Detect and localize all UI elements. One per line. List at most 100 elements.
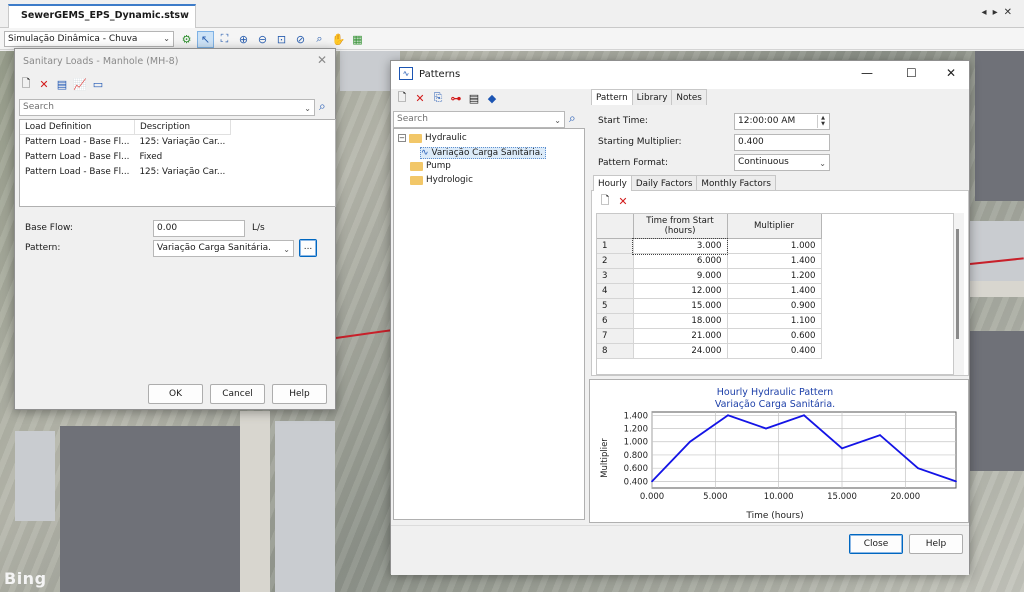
new-icon[interactable]: 🗋 xyxy=(395,91,409,105)
report-icon[interactable]: ▤ xyxy=(467,91,481,105)
pattern-ellipsis-button[interactable]: ... xyxy=(299,239,317,257)
zoom-out-icon[interactable]: ⊖ xyxy=(254,31,271,48)
column-header-multiplier[interactable]: Multiplier xyxy=(727,214,822,239)
table-row[interactable]: 5 15.000 0.900 xyxy=(597,298,822,314)
table-row[interactable]: 1 3.000 1.000 xyxy=(597,237,822,255)
library-icon[interactable]: ◆ xyxy=(485,91,499,105)
tab-hourly[interactable]: Hourly xyxy=(593,175,632,191)
column-header[interactable]: Load Definition xyxy=(20,120,135,135)
cancel-button[interactable]: Cancel xyxy=(210,384,265,404)
report-icon[interactable]: ▤ xyxy=(55,77,69,91)
time-cell[interactable]: 9.000 xyxy=(633,268,728,284)
tree-node-hydrologic[interactable]: Hydrologic xyxy=(410,175,473,185)
new-row-icon[interactable]: 🗋 xyxy=(598,194,612,208)
maximize-icon[interactable]: ☐ xyxy=(906,66,917,80)
tree-node-pump[interactable]: Pump xyxy=(410,161,451,171)
multiplier-cell[interactable]: 0.600 xyxy=(727,328,822,344)
time-cell[interactable]: 24.000 xyxy=(633,343,728,359)
close-button[interactable]: Close xyxy=(849,534,903,554)
table-row[interactable]: Pattern Load - Base Fl... 125: Variação … xyxy=(20,135,230,150)
multiplier-cell[interactable]: 0.900 xyxy=(727,298,822,314)
time-cell[interactable]: 21.000 xyxy=(633,328,728,344)
tab-pattern[interactable]: Pattern xyxy=(591,89,633,105)
zoom-dropdown-icon[interactable]: ⌕ xyxy=(311,31,328,48)
pattern-multiplier-table[interactable]: Time from Start (hours) Multiplier 1 3.00… xyxy=(596,213,954,375)
graph-icon[interactable]: 📈 xyxy=(73,77,87,91)
table-icon[interactable]: ▭ xyxy=(91,77,105,91)
tab-library[interactable]: Library xyxy=(631,89,673,105)
table-row[interactable]: 7 21.000 0.600 xyxy=(597,328,822,344)
multiplier-cell[interactable]: 1.100 xyxy=(727,313,822,329)
pattern-sub-tabs: Hourly Daily Factors Monthly Factors xyxy=(593,175,776,191)
help-button[interactable]: Help xyxy=(272,384,327,404)
scenario-select[interactable]: Simulação Dinâmica - Chuva ⌄ xyxy=(4,31,174,47)
close-icon[interactable]: ✕ xyxy=(946,66,956,80)
delete-icon[interactable]: ✕ xyxy=(413,91,427,105)
patterns-search-input[interactable]: Search ⌄ xyxy=(393,111,565,128)
table-row[interactable]: 2 6.000 1.400 xyxy=(597,253,822,269)
tab-scroll-right-icon[interactable]: ▸ xyxy=(993,7,1004,18)
sanitary-search-input[interactable]: Search ⌄ xyxy=(19,99,315,116)
table-row[interactable]: 6 18.000 1.100 xyxy=(597,313,822,329)
table-row[interactable]: Pattern Load - Base Fl... 125: Variação … xyxy=(20,165,230,180)
tree-node-pattern-item[interactable]: ∿ Variação Carga Sanitária. xyxy=(420,147,546,159)
select-pointer-icon[interactable]: ↖ xyxy=(197,30,214,48)
new-icon[interactable]: 🗋 xyxy=(19,77,33,91)
search-icon[interactable]: ⌕ xyxy=(569,111,576,126)
patterns-tree[interactable]: − Hydraulic ∿ Variação Carga Sanitária. … xyxy=(393,128,585,520)
table-row[interactable]: 8 24.000 0.400 xyxy=(597,343,822,359)
delete-icon[interactable]: ✕ xyxy=(37,77,51,91)
chevron-down-icon[interactable]: ⌄ xyxy=(554,113,561,128)
scenario-manager-icon[interactable]: ⚙ xyxy=(178,31,195,48)
time-cell[interactable]: 18.000 xyxy=(633,313,728,329)
scrollbar-thumb[interactable] xyxy=(956,229,959,339)
start-time-input[interactable]: 12:00:00 AM ▲ ▼ xyxy=(734,113,830,130)
table-row[interactable]: Pattern Load - Base Fl... Fixed xyxy=(20,150,230,165)
close-icon[interactable]: ✕ xyxy=(317,53,327,67)
time-cell[interactable]: 3.000 xyxy=(632,237,728,255)
pattern-select[interactable]: Variação Carga Sanitária. ⌄ xyxy=(153,240,294,257)
tab-scroll-left-icon[interactable]: ◂ xyxy=(982,7,993,18)
multiplier-cell[interactable]: 1.200 xyxy=(727,268,822,284)
collapse-icon[interactable]: − xyxy=(398,134,406,142)
search-icon[interactable]: ⌕ xyxy=(319,99,326,114)
document-tab[interactable]: SewerGEMS_EPS_Dynamic.stsw xyxy=(8,4,196,29)
base-flow-input[interactable]: 0.00 xyxy=(153,220,245,237)
starting-multiplier-input[interactable]: 0.400 xyxy=(734,134,830,151)
load-definitions-table[interactable]: Load Definition Description Pattern Load… xyxy=(19,119,336,207)
time-cell[interactable]: 12.000 xyxy=(633,283,728,299)
zoom-previous-icon[interactable]: ⊘ xyxy=(292,31,309,48)
chart-y-tick-label: 0.800 xyxy=(624,451,648,461)
tab-notes[interactable]: Notes xyxy=(671,89,707,105)
close-document-icon[interactable]: ✕ xyxy=(1004,7,1018,18)
sewer-pipe[interactable] xyxy=(335,329,392,339)
minimize-icon[interactable]: — xyxy=(861,66,873,80)
tab-daily-factors[interactable]: Daily Factors xyxy=(630,175,698,191)
chevron-down-icon[interactable]: ⌄ xyxy=(304,101,311,116)
multiplier-cell[interactable]: 1.400 xyxy=(727,253,822,269)
rename-icon[interactable]: ⎘ xyxy=(431,91,445,105)
zoom-in-icon[interactable]: ⊕ xyxy=(235,31,252,48)
table-scrollbar[interactable] xyxy=(954,213,964,375)
spinner-icon[interactable]: ▲ ▼ xyxy=(817,115,828,128)
table-row[interactable]: 4 12.000 1.400 xyxy=(597,283,822,299)
delete-row-icon[interactable]: ✕ xyxy=(616,194,630,208)
tab-monthly-factors[interactable]: Monthly Factors xyxy=(696,175,776,191)
pattern-format-select[interactable]: Continuous ⌄ xyxy=(734,154,830,171)
time-cell[interactable]: 6.000 xyxy=(633,253,728,269)
duplicate-icon[interactable]: ⊶ xyxy=(449,91,463,105)
multiplier-cell[interactable]: 1.400 xyxy=(727,283,822,299)
grid-icon[interactable]: ▦ xyxy=(349,31,366,48)
time-cell[interactable]: 15.000 xyxy=(633,298,728,314)
pan-hand-icon[interactable]: ✋ xyxy=(330,31,347,48)
tree-node-hydraulic[interactable]: − Hydraulic xyxy=(398,133,467,143)
column-header[interactable]: Description xyxy=(134,120,231,135)
ok-button[interactable]: OK xyxy=(148,384,203,404)
multiplier-cell[interactable]: 0.400 xyxy=(727,343,822,359)
zoom-window-icon[interactable]: ⊡ xyxy=(273,31,290,48)
help-button[interactable]: Help xyxy=(909,534,963,554)
multiplier-cell[interactable]: 1.000 xyxy=(727,238,822,254)
table-row[interactable]: 3 9.000 1.200 xyxy=(597,268,822,284)
column-header-time[interactable]: Time from Start (hours) xyxy=(633,214,728,239)
zoom-extents-icon[interactable]: ⛶ xyxy=(216,31,233,48)
